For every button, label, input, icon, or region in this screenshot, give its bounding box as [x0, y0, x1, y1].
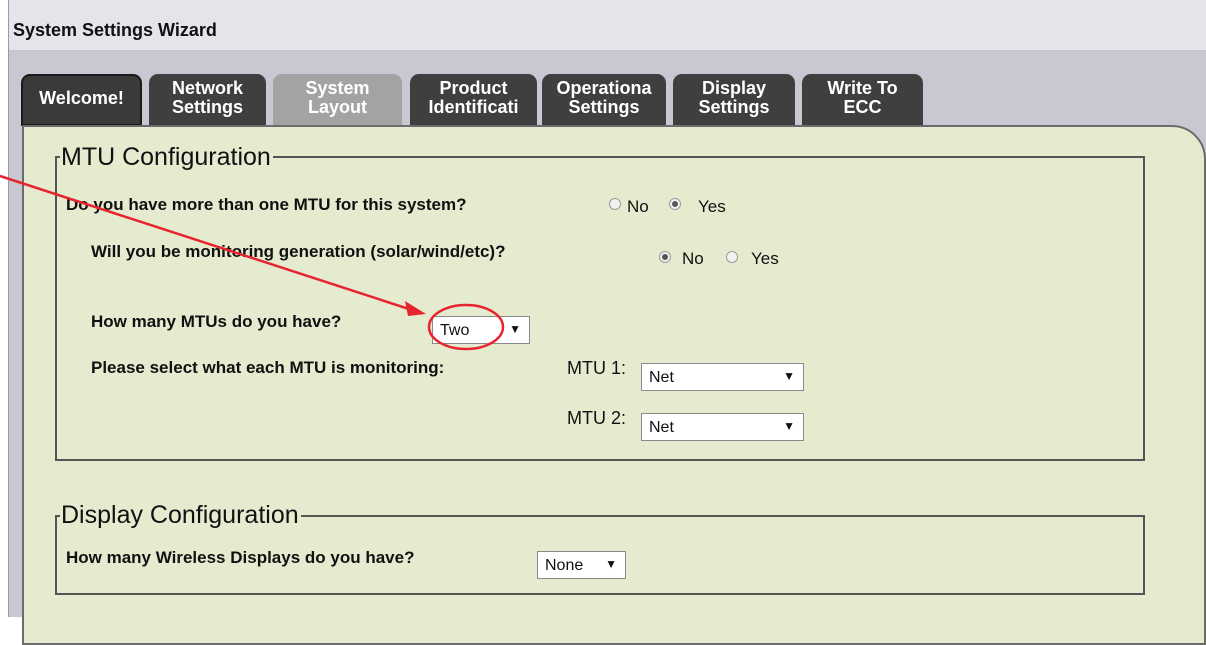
- mtu-2-value: Net: [649, 419, 674, 436]
- dropdown-arrow-icon: ▼: [605, 557, 617, 571]
- tab-label: Settings: [171, 97, 243, 117]
- monitoring-question: Please select what each MTU is monitorin…: [91, 358, 445, 377]
- multi-mtu-no-radio[interactable]: [609, 198, 621, 210]
- mtu-count-select[interactable]: Two ▼: [432, 316, 530, 344]
- displays-question: How many Wireless Displays do you have?: [66, 548, 415, 567]
- title-bar: System Settings Wizard: [9, 0, 1206, 51]
- tab-label: ECC: [843, 97, 882, 117]
- tab-network-settings[interactable]: Network Settings: [149, 74, 266, 126]
- multi-mtu-no-label: No: [627, 197, 649, 216]
- generation-no-radio[interactable]: [659, 251, 671, 263]
- display-config-legend: Display Configuration: [60, 501, 301, 529]
- tab-label: Layout: [307, 97, 367, 117]
- generation-no-label: No: [682, 249, 704, 268]
- dropdown-arrow-icon: ▼: [783, 419, 795, 433]
- mtu-count-value: Two: [440, 322, 470, 339]
- mtu-1-label: MTU 1:: [567, 358, 627, 378]
- generation-yes-label: Yes: [751, 249, 779, 268]
- tab-display-settings[interactable]: Display Settings: [673, 74, 795, 126]
- multi-mtu-yes-radio[interactable]: [669, 198, 681, 210]
- tab-label: Welcome!: [39, 88, 124, 108]
- tab-label: Operationa: [556, 78, 652, 98]
- tab-operational-settings[interactable]: Operationa Settings: [542, 74, 666, 126]
- tab-write-to-ecc[interactable]: Write To ECC: [802, 74, 923, 126]
- mtu-count-question: How many MTUs do you have?: [91, 312, 342, 331]
- displays-select[interactable]: None ▼: [537, 551, 626, 579]
- generation-yes-radio[interactable]: [726, 251, 738, 263]
- dropdown-arrow-icon: ▼: [783, 369, 795, 383]
- tab-label: Product: [439, 78, 508, 98]
- window-title: System Settings Wizard: [13, 20, 217, 40]
- tab-label: Display: [701, 78, 767, 98]
- mtu-1-value: Net: [649, 369, 674, 386]
- tab-label: Settings: [568, 97, 640, 117]
- tab-label: Identificati: [428, 97, 519, 117]
- generation-question: Will you be monitoring generation (solar…: [91, 242, 506, 261]
- displays-value: None: [545, 557, 584, 574]
- mtu-1-select[interactable]: Net ▼: [641, 363, 804, 391]
- multi-mtu-question: Do you have more than one MTU for this s…: [66, 195, 467, 214]
- mtu-config-legend: MTU Configuration: [60, 143, 273, 171]
- mtu-2-label: MTU 2:: [567, 408, 627, 428]
- tab-product-identification[interactable]: Product Identificati: [410, 74, 537, 126]
- tab-label: Settings: [698, 97, 770, 117]
- tab-label: Network: [171, 78, 243, 98]
- tab-label: System: [305, 78, 370, 98]
- dropdown-arrow-icon: ▼: [509, 322, 521, 336]
- tab-system-layout[interactable]: System Layout: [273, 74, 402, 126]
- tab-welcome[interactable]: Welcome!: [21, 74, 142, 126]
- multi-mtu-yes-label: Yes: [698, 197, 726, 216]
- tab-label: Write To: [827, 78, 898, 98]
- mtu-2-select[interactable]: Net ▼: [641, 413, 804, 441]
